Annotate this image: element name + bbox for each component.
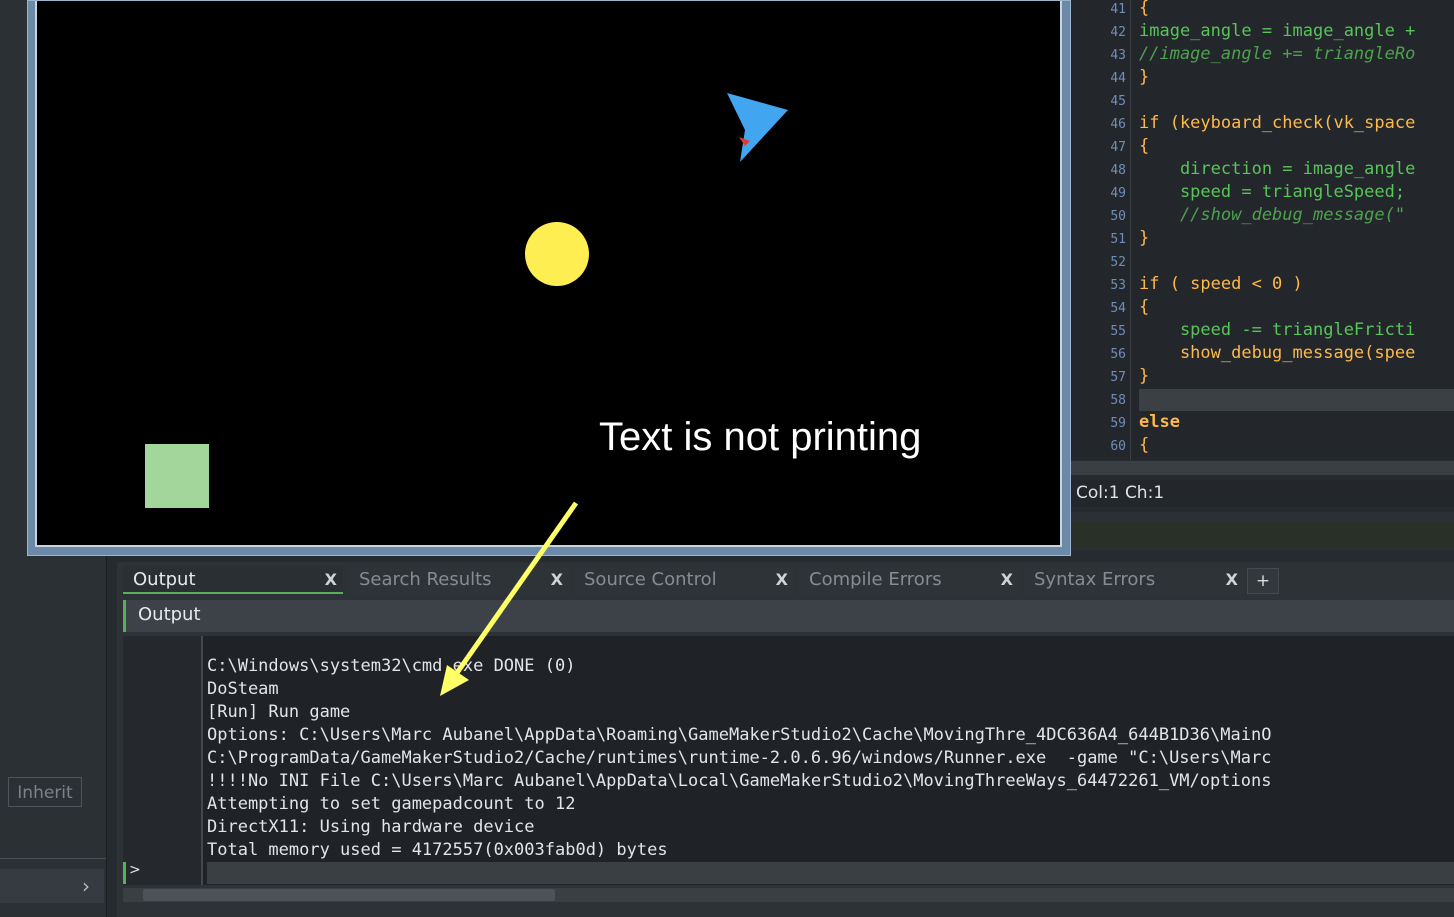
line-number: 48 — [1110, 163, 1126, 178]
code-editor[interactable]: 41 42 43 44 45 46 47 48 49 50 51 52 53 5… — [1070, 0, 1454, 460]
code-line[interactable]: image_angle = image_angle + — [1139, 21, 1415, 41]
line-number: 50 — [1110, 209, 1126, 224]
tab-label: Compile Errors — [809, 569, 942, 590]
line-number: 56 — [1110, 347, 1126, 362]
code-line[interactable]: if ( speed < 0 ) — [1139, 274, 1303, 294]
line-number: 59 — [1110, 416, 1126, 431]
console-line: Attempting to set gamepadcount to 12 — [207, 794, 576, 814]
line-number: 43 — [1110, 48, 1126, 63]
editor-status-bar: Col:1 Ch:1 — [1062, 480, 1454, 507]
output-header-label: Output — [138, 604, 201, 625]
prompt-caret-icon: > — [129, 862, 141, 878]
code-line[interactable]: } — [1139, 228, 1149, 248]
console-gutter — [123, 636, 203, 885]
line-number: 58 — [1110, 393, 1126, 408]
tab-label: Search Results — [359, 569, 492, 590]
green-square-sprite — [145, 444, 209, 508]
code-line[interactable]: speed = triangleSpeed; — [1139, 182, 1405, 202]
close-icon[interactable]: X — [776, 566, 788, 594]
line-number: 55 — [1110, 324, 1126, 339]
code-line[interactable]: show_debug_message(spee — [1139, 343, 1415, 363]
line-number: 42 — [1110, 25, 1126, 40]
prompt-marker — [123, 862, 126, 884]
output-header: Output — [123, 600, 1454, 632]
code-line[interactable]: if (keyboard_check(vk_space — [1139, 113, 1415, 133]
line-number: 49 — [1110, 186, 1126, 201]
code-line[interactable]: } — [1139, 366, 1149, 386]
code-line[interactable]: speed -= triangleFricti — [1139, 320, 1415, 340]
yellow-ball-sprite — [525, 222, 589, 286]
tab-label: Output — [133, 569, 196, 590]
line-number: 60 — [1110, 439, 1126, 454]
code-line[interactable]: direction = image_angle — [1139, 159, 1415, 179]
tab-syntax-errors[interactable]: Syntax Errors X — [1024, 566, 1244, 594]
console-line: DoSteam — [207, 679, 279, 699]
sidebar-divider — [0, 858, 106, 859]
line-number: 53 — [1110, 278, 1126, 293]
output-panel: Output X Search Results X Source Control… — [117, 562, 1454, 917]
line-number: 41 — [1110, 2, 1126, 17]
code-line[interactable]: { — [1139, 0, 1149, 18]
code-line[interactable]: { — [1139, 297, 1149, 317]
output-console[interactable]: C:\Windows\system32\cmd.exe DONE (0) DoS… — [123, 636, 1454, 885]
console-line: C:\ProgramData/GameMakerStudio2/Cache/ru… — [207, 748, 1272, 768]
line-number: 51 — [1110, 232, 1126, 247]
code-line[interactable]: //show_debug_message(" — [1139, 205, 1405, 225]
cursor-position-status: Col:1 Ch:1 — [1076, 483, 1165, 503]
line-number: 57 — [1110, 370, 1126, 385]
console-line: !!!!No INI File C:\Users\Marc Aubanel\Ap… — [207, 771, 1272, 791]
tab-search-results[interactable]: Search Results X — [349, 566, 569, 594]
scrollbar-thumb[interactable] — [143, 889, 555, 901]
console-line: DirectX11: Using hardware device — [207, 817, 535, 837]
chevron-right-icon[interactable]: › — [82, 874, 90, 898]
code-line[interactable]: } — [1139, 67, 1149, 87]
code-line[interactable]: { — [1139, 435, 1149, 455]
console-input[interactable] — [207, 862, 1454, 884]
code-line[interactable]: else — [1139, 412, 1180, 432]
game-window[interactable]: Text is not printing — [27, 0, 1071, 556]
player-triangle-sprite — [727, 93, 788, 162]
close-icon[interactable]: X — [1001, 566, 1013, 594]
current-line-highlight — [1139, 389, 1454, 411]
console-line: [Run] Run game — [207, 702, 351, 722]
line-number: 46 — [1110, 117, 1126, 132]
annotation-text: Text is not printing — [599, 415, 922, 459]
close-icon[interactable]: X — [325, 566, 337, 594]
editor-bottom-band — [1070, 522, 1454, 548]
line-number: 47 — [1110, 140, 1126, 155]
tab-source-control[interactable]: Source Control X — [574, 566, 794, 594]
code-line[interactable]: { — [1139, 136, 1149, 156]
tab-label: Source Control — [584, 569, 717, 590]
console-line: C:\Windows\system32\cmd.exe DONE (0) — [207, 656, 576, 676]
line-number-gutter: 41 42 43 44 45 46 47 48 49 50 51 52 53 5… — [1070, 0, 1131, 460]
console-line: Options: C:\Users\Marc Aubanel\AppData\R… — [207, 725, 1272, 745]
close-icon[interactable]: X — [551, 566, 563, 594]
line-number: 45 — [1110, 94, 1126, 109]
tab-label: Syntax Errors — [1034, 569, 1156, 590]
game-canvas[interactable]: Text is not printing — [35, 1, 1062, 547]
line-number: 54 — [1110, 301, 1126, 316]
console-line: Total memory used = 4172557(0x003fab0d) … — [207, 840, 668, 860]
editor-horizontal-scrollbar[interactable] — [1070, 461, 1454, 475]
tab-output[interactable]: Output X — [123, 566, 343, 594]
line-number: 52 — [1110, 255, 1126, 270]
sidebar-expander[interactable]: › — [0, 869, 104, 903]
tab-compile-errors[interactable]: Compile Errors X — [799, 566, 1019, 594]
line-number: 44 — [1110, 71, 1126, 86]
output-horizontal-scrollbar[interactable] — [123, 888, 1454, 902]
code-line[interactable]: //image_angle += triangleRo — [1139, 44, 1415, 64]
close-icon[interactable]: X — [1226, 566, 1238, 594]
inherit-button[interactable]: Inherit — [8, 777, 82, 807]
add-tab-button[interactable]: + — [1247, 568, 1279, 594]
